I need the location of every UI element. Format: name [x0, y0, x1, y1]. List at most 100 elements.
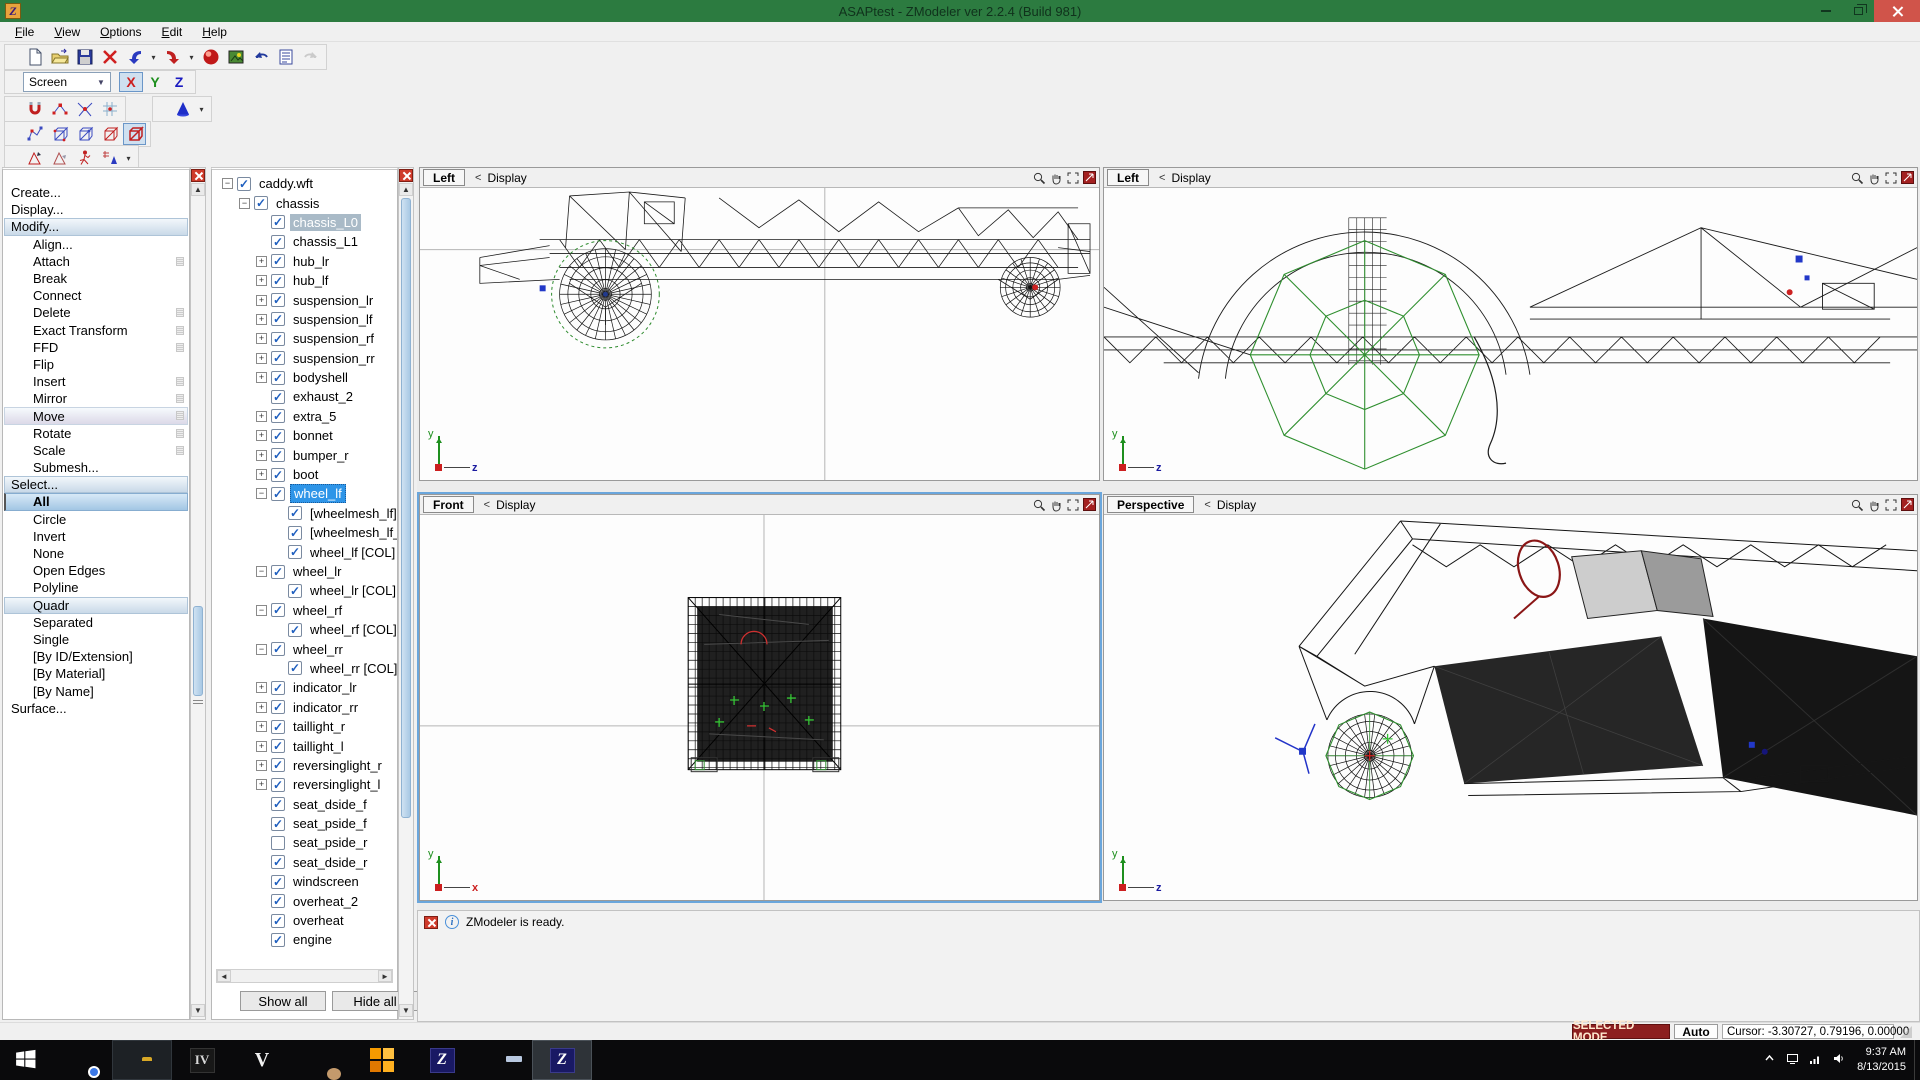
- close-commands-panel-button[interactable]: [191, 169, 205, 182]
- tree-item[interactable]: +✓suspension_rf: [218, 329, 397, 348]
- visibility-checkbox[interactable]: ✓: [271, 332, 285, 346]
- command-rotate[interactable]: Rotate: [3, 425, 189, 442]
- command-polyline[interactable]: Polyline: [3, 579, 189, 596]
- expand-icon[interactable]: +: [256, 430, 267, 441]
- cube-vertices-level-icon[interactable]: [48, 123, 71, 145]
- viewport-flag-icon[interactable]: [1083, 171, 1096, 184]
- tree-item[interactable]: ✓engine: [218, 930, 397, 949]
- visibility-checkbox[interactable]: ✓: [288, 526, 302, 540]
- collapse-icon[interactable]: −: [256, 644, 267, 655]
- visibility-checkbox[interactable]: ✓: [271, 215, 285, 229]
- visibility-checkbox[interactable]: ✓: [271, 371, 285, 385]
- splitter-grip[interactable]: [193, 700, 203, 704]
- skeleton-bind-icon[interactable]: [98, 147, 121, 169]
- command-single[interactable]: Single: [3, 631, 189, 648]
- drag-grip-icon[interactable]: [176, 308, 184, 317]
- tree-item[interactable]: ✓wheel_rr [COL]: [218, 659, 397, 678]
- tree-item[interactable]: ✓overheat: [218, 911, 397, 930]
- tree-item[interactable]: ✓wheel_rf [COL]: [218, 620, 397, 639]
- scrollbar-thumb[interactable]: [401, 198, 411, 818]
- command-delete[interactable]: Delete: [3, 304, 189, 321]
- visibility-checkbox[interactable]: ✓: [271, 894, 285, 908]
- visibility-checkbox[interactable]: ✓: [271, 739, 285, 753]
- export-icon[interactable]: [161, 46, 184, 68]
- expand-icon[interactable]: +: [256, 275, 267, 286]
- viewport-display-menu[interactable]: Display: [1171, 171, 1210, 185]
- tree-item[interactable]: +✓bonnet: [218, 426, 397, 445]
- close-tree-panel-button[interactable]: [399, 169, 413, 182]
- cube-object-level-icon[interactable]: [123, 123, 146, 145]
- command-by-id-extension[interactable]: [By ID/Extension]: [3, 648, 189, 665]
- file-explorer-taskbar-button[interactable]: [112, 1040, 172, 1080]
- viewport-front[interactable]: Front < Display: [419, 494, 1100, 901]
- visibility-checkbox[interactable]: ✓: [271, 565, 285, 579]
- command-move[interactable]: Move: [3, 407, 189, 424]
- visibility-checkbox[interactable]: ✓: [271, 235, 285, 249]
- viewport-title-button[interactable]: Front: [423, 496, 474, 513]
- drag-grip-icon[interactable]: [176, 394, 184, 403]
- visibility-checkbox[interactable]: ✓: [271, 448, 285, 462]
- dropdown-caret[interactable]: ▾: [196, 98, 207, 120]
- maximize-view-icon[interactable]: [1884, 498, 1898, 512]
- tree-item[interactable]: +✓indicator_lr: [218, 678, 397, 697]
- scrollbar-thumb[interactable]: [193, 606, 203, 696]
- drag-grip-icon[interactable]: [176, 343, 184, 352]
- command-submesh[interactable]: Submesh...: [3, 459, 189, 476]
- import-icon[interactable]: [123, 46, 146, 68]
- visibility-checkbox[interactable]: ✓: [271, 409, 285, 423]
- viewport-flag-icon[interactable]: [1901, 498, 1914, 511]
- taskbar-clock[interactable]: 9:37 AM 8/13/2015: [1857, 1045, 1906, 1075]
- visibility-checkbox[interactable]: ✓: [271, 274, 285, 288]
- tree-item[interactable]: ✓seat_dside_r: [218, 853, 397, 872]
- tree-item[interactable]: ✓chassis_L0: [218, 213, 397, 232]
- material-sphere-icon[interactable]: [199, 46, 222, 68]
- tray-display-icon[interactable]: [1786, 1052, 1799, 1068]
- command-separated[interactable]: Separated: [3, 614, 189, 631]
- visibility-checkbox[interactable]: ✓: [271, 797, 285, 811]
- command-connect[interactable]: Connect: [3, 287, 189, 304]
- collapse-icon[interactable]: −: [239, 198, 250, 209]
- visibility-checkbox[interactable]: ✓: [271, 700, 285, 714]
- visibility-checkbox[interactable]: ✓: [254, 196, 268, 210]
- drag-grip-icon[interactable]: [176, 326, 184, 335]
- polyline-level-icon[interactable]: [23, 123, 46, 145]
- tree-item[interactable]: +✓boot: [218, 465, 397, 484]
- drag-grip-icon[interactable]: [176, 411, 184, 420]
- v-app-taskbar-button[interactable]: V: [232, 1040, 292, 1080]
- axis-x-button[interactable]: X: [119, 72, 143, 92]
- viewport-display-menu[interactable]: Display: [487, 171, 526, 185]
- tree-item[interactable]: −✓wheel_lf: [218, 484, 397, 503]
- tray-expand-icon[interactable]: [1763, 1052, 1776, 1068]
- tree-item[interactable]: +✓indicator_rr: [218, 698, 397, 717]
- tray-volume-icon[interactable]: [1832, 1052, 1845, 1068]
- viewport-title-button[interactable]: Left: [423, 169, 465, 186]
- chrome-taskbar-button[interactable]: [52, 1040, 112, 1080]
- visibility-checkbox[interactable]: ✓: [271, 681, 285, 695]
- axis-z-button[interactable]: Z: [167, 72, 191, 92]
- openiv-taskbar-button[interactable]: [352, 1040, 412, 1080]
- visibility-checkbox[interactable]: ✓: [271, 855, 285, 869]
- viewport-canvas[interactable]: y z: [1104, 515, 1917, 900]
- tree-item[interactable]: −✓chassis: [218, 193, 397, 212]
- visibility-checkbox[interactable]: ✓: [271, 603, 285, 617]
- vertex-move-icon[interactable]: [48, 98, 71, 120]
- command-circle[interactable]: Circle: [3, 511, 189, 528]
- tree-item[interactable]: +✓suspension_rr: [218, 349, 397, 368]
- redo-icon[interactable]: [299, 46, 322, 68]
- show-all-button[interactable]: Show all: [240, 991, 326, 1011]
- tree-item[interactable]: +✓hub_lr: [218, 252, 397, 271]
- tree-item[interactable]: +✓reversinglight_l: [218, 775, 397, 794]
- tree-item[interactable]: ✓wheel_lr [COL]: [218, 581, 397, 600]
- commands-panel-scrollbar[interactable]: ▲ ▼: [190, 167, 206, 1020]
- visibility-checkbox[interactable]: ✓: [271, 312, 285, 326]
- command-ffd[interactable]: FFD: [3, 339, 189, 356]
- pan-hand-icon[interactable]: [1867, 171, 1881, 185]
- magnet-snap-icon[interactable]: [23, 98, 46, 120]
- vertex-weld-icon[interactable]: [73, 98, 96, 120]
- expand-icon[interactable]: +: [256, 682, 267, 693]
- tree-item[interactable]: ✓seat_pside_f: [218, 814, 397, 833]
- tree-item[interactable]: ✓[wheelmesh_lf]: [218, 504, 397, 523]
- expand-icon[interactable]: +: [256, 256, 267, 267]
- visibility-checkbox[interactable]: ✓: [237, 177, 251, 191]
- expand-icon[interactable]: +: [256, 353, 267, 364]
